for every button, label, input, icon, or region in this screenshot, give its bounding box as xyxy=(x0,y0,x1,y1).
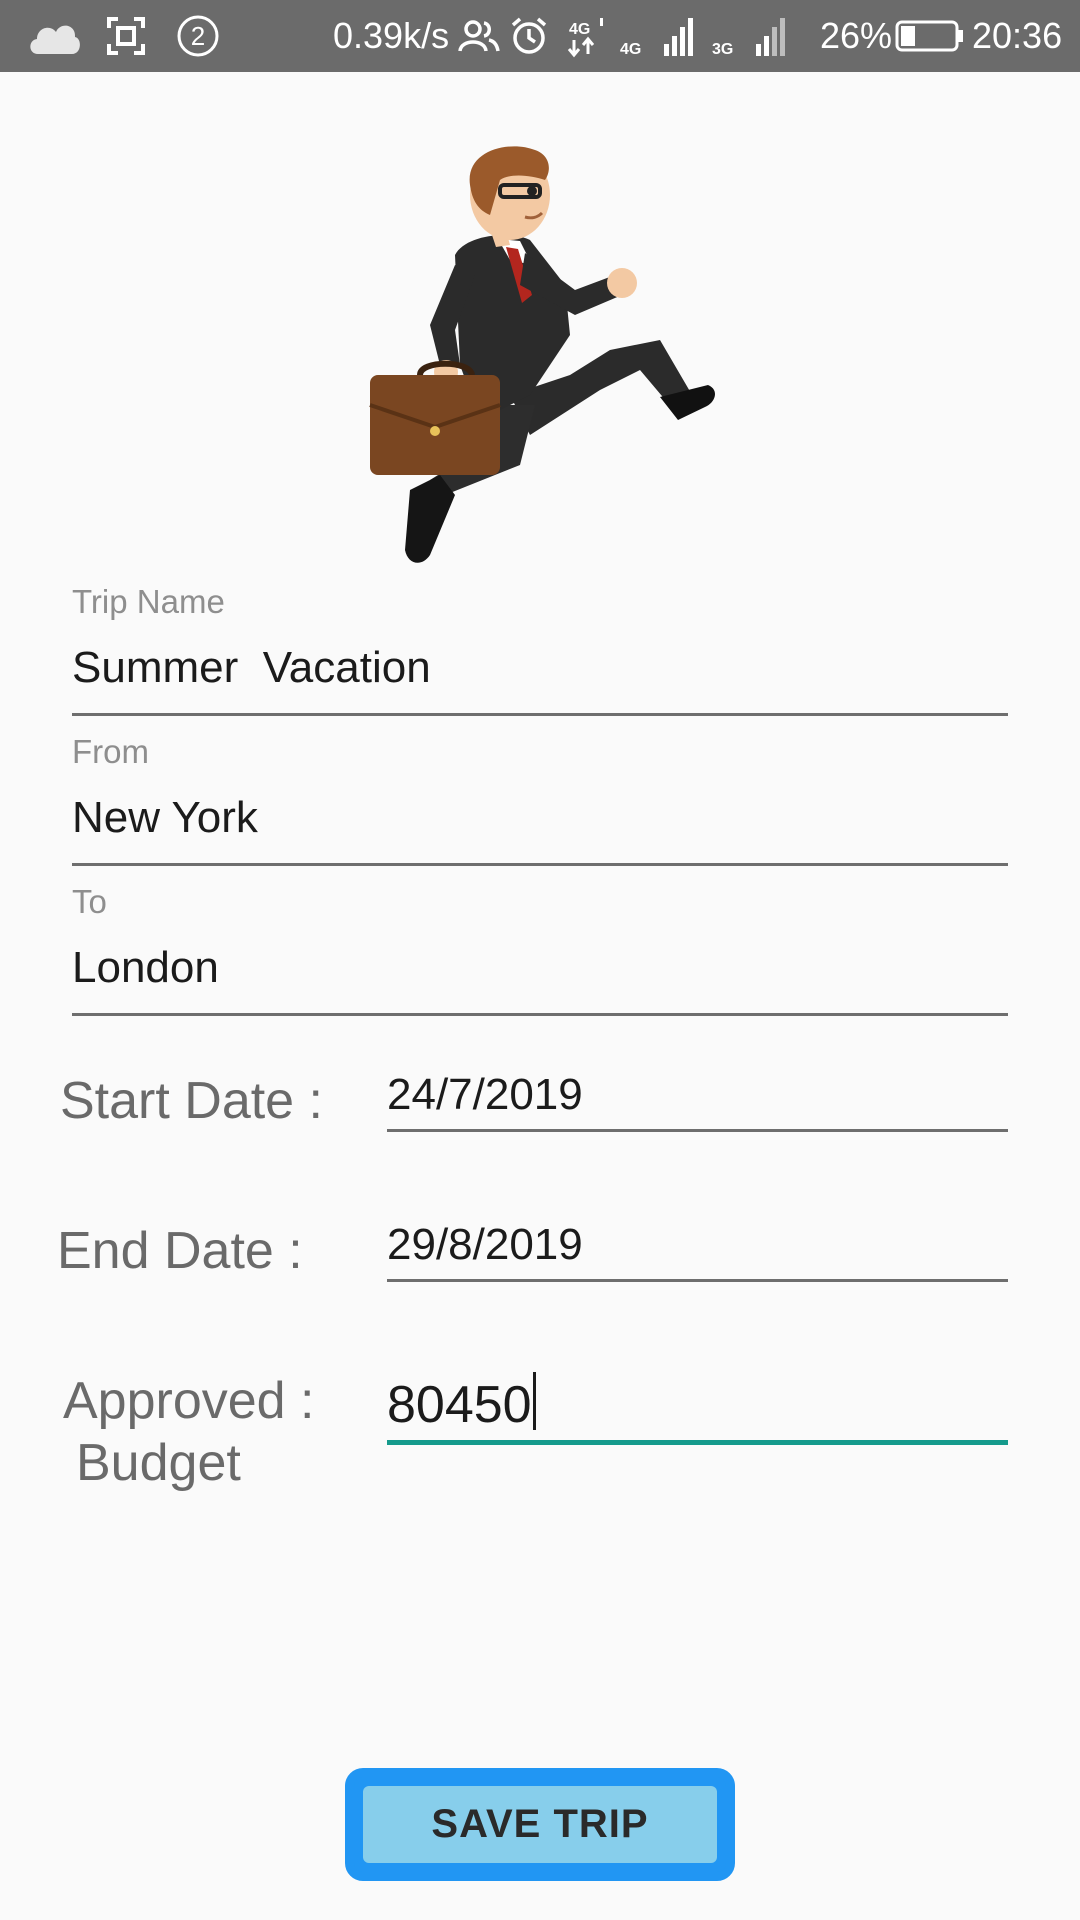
signal-4g-icon: 4G xyxy=(620,0,700,72)
from-field[interactable]: From New York xyxy=(72,733,1008,873)
businessman-illustration xyxy=(360,135,770,565)
save-trip-button[interactable]: SAVE TRIP xyxy=(363,1786,717,1863)
notification-count-icon: 2 xyxy=(176,0,220,72)
clock: 20:36 xyxy=(972,15,1063,56)
signal-3g-icon: 3G xyxy=(712,0,798,72)
signal-4g-label: 4G xyxy=(620,41,641,58)
approved-budget-input[interactable]: 80450 xyxy=(387,1372,536,1435)
end-date-input[interactable]: 29/8/2019 xyxy=(387,1220,583,1270)
approved-budget-label: Approved : Budget xyxy=(63,1370,315,1494)
approved-budget-label-line2: Budget xyxy=(76,1434,241,1492)
start-date-input[interactable]: 24/7/2019 xyxy=(387,1070,583,1120)
from-input[interactable]: New York xyxy=(72,793,258,843)
to-underline xyxy=(72,1013,1008,1016)
to-input[interactable]: London xyxy=(72,943,219,993)
text-caret xyxy=(532,1372,536,1430)
notification-count: 2 xyxy=(191,21,205,51)
battery-fill xyxy=(901,26,915,46)
start-date-label: Start Date : xyxy=(60,1072,323,1130)
network-4g-mark: 4G xyxy=(569,21,590,38)
trip-name-underline xyxy=(72,713,1008,716)
add-trip-screen: 2 0.39k/s 4G 4G 3G 26% 20:36 Trip Name S… xyxy=(0,0,1080,1920)
from-underline xyxy=(72,863,1008,866)
status-bar: 2 0.39k/s 4G 4G 3G 26% 20:36 xyxy=(0,0,1080,72)
signal-3g-label: 3G xyxy=(712,41,733,58)
approved-budget-label-line1: Approved : xyxy=(63,1372,315,1430)
trip-name-field[interactable]: Trip Name Summer Vacation xyxy=(72,583,1008,723)
to-label: To xyxy=(72,883,107,920)
cloud-icon xyxy=(26,0,82,72)
approved-budget-underline xyxy=(387,1440,1008,1445)
data-transfer-icon: 4G xyxy=(566,0,606,72)
end-date-underline xyxy=(387,1279,1008,1282)
approved-budget-field[interactable]: 80450 xyxy=(387,1368,1008,1448)
start-date-field[interactable]: 24/7/2019 xyxy=(387,1065,1008,1135)
contacts-icon xyxy=(458,0,500,72)
approved-budget-value: 80450 xyxy=(387,1376,532,1434)
save-trip-button-focus-ring[interactable]: SAVE TRIP xyxy=(345,1768,735,1881)
end-date-label: End Date : xyxy=(57,1222,303,1280)
battery-percent: 26% xyxy=(820,15,893,56)
from-label: From xyxy=(72,733,149,770)
alarm-icon xyxy=(510,0,548,72)
network-speed: 0.39k/s xyxy=(333,15,450,56)
screenshot-icon xyxy=(106,0,146,72)
start-date-underline xyxy=(387,1129,1008,1132)
trip-name-label: Trip Name xyxy=(72,583,225,620)
battery-icon xyxy=(895,0,965,72)
trip-name-input[interactable]: Summer Vacation xyxy=(72,643,431,693)
end-date-field[interactable]: 29/8/2019 xyxy=(387,1215,1008,1285)
to-field[interactable]: To London xyxy=(72,883,1008,1023)
